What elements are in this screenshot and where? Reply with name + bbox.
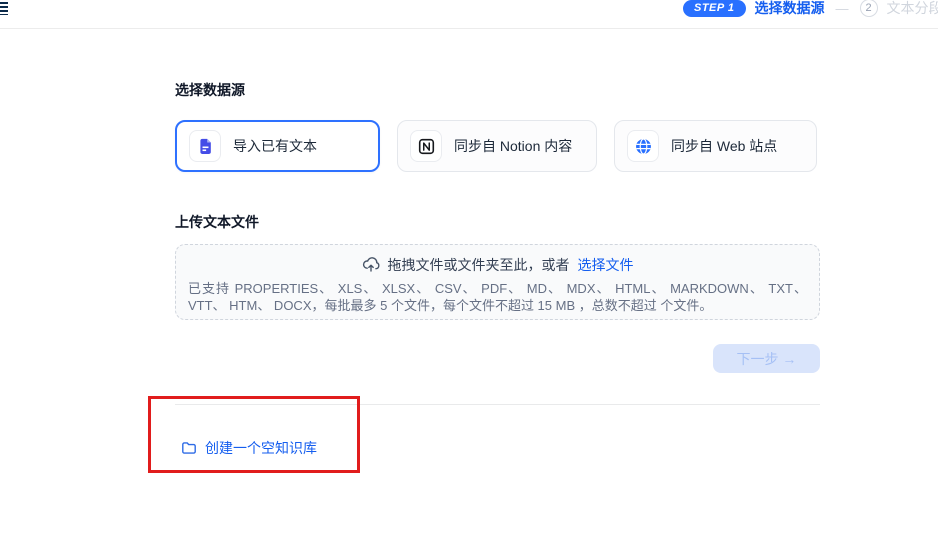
step-indicator: STEP 1 选择数据源 — 2 文本分段与清洗: [683, 0, 938, 16]
file-text-icon: [189, 130, 221, 162]
card-sync-web-label: 同步自 Web 站点: [671, 136, 777, 156]
card-import-text-label: 导入已有文本: [233, 136, 317, 156]
supported-formats-text: 已支持 PROPERTIES、 XLS、 XLSX、 CSV、 PDF、 MD、…: [188, 280, 807, 314]
step-separator: —: [836, 1, 849, 16]
step-1-label: 选择数据源: [755, 0, 825, 18]
step-2-label: 文本分段与清洗: [887, 0, 938, 18]
card-sync-web[interactable]: 同步自 Web 站点: [614, 120, 817, 172]
source-section-title: 选择数据源: [175, 80, 820, 100]
step-1-badge: STEP 1: [683, 0, 746, 17]
next-step-button[interactable]: 下一步 →: [713, 344, 820, 373]
folder-icon: [181, 440, 197, 456]
browse-files-link[interactable]: 选择文件: [578, 255, 634, 275]
card-sync-notion-label: 同步自 Notion 内容: [454, 136, 572, 156]
file-dropzone[interactable]: 拖拽文件或文件夹至此，或者 选择文件 已支持 PROPERTIES、 XLS、 …: [175, 244, 820, 320]
create-empty-kb-link[interactable]: 创建一个空知识库: [181, 438, 317, 458]
section-divider: [175, 404, 820, 405]
card-import-text[interactable]: 导入已有文本: [175, 120, 380, 172]
drag-drop-text: 拖拽文件或文件夹至此，或者: [388, 255, 570, 275]
top-bar: STEP 1 选择数据源 — 2 文本分段与清洗: [0, 0, 938, 29]
card-sync-notion[interactable]: 同步自 Notion 内容: [397, 120, 597, 172]
upload-section-title: 上传文本文件: [175, 212, 820, 232]
main-content: 选择数据源 导入已有文本 同步自 Notion 内容: [175, 80, 820, 461]
globe-icon: [627, 130, 659, 162]
clipped-logo-icon: [0, 2, 8, 15]
data-source-cards: 导入已有文本 同步自 Notion 内容 同步自 Web 站点: [175, 120, 820, 172]
button-row: 下一步 →: [175, 344, 820, 373]
step-2-number: 2: [860, 0, 878, 17]
create-empty-kb-label: 创建一个空知识库: [205, 438, 317, 458]
dropzone-instruction: 拖拽文件或文件夹至此，或者 选择文件: [188, 255, 807, 275]
notion-icon: [410, 130, 442, 162]
cloud-upload-icon: [362, 256, 380, 274]
